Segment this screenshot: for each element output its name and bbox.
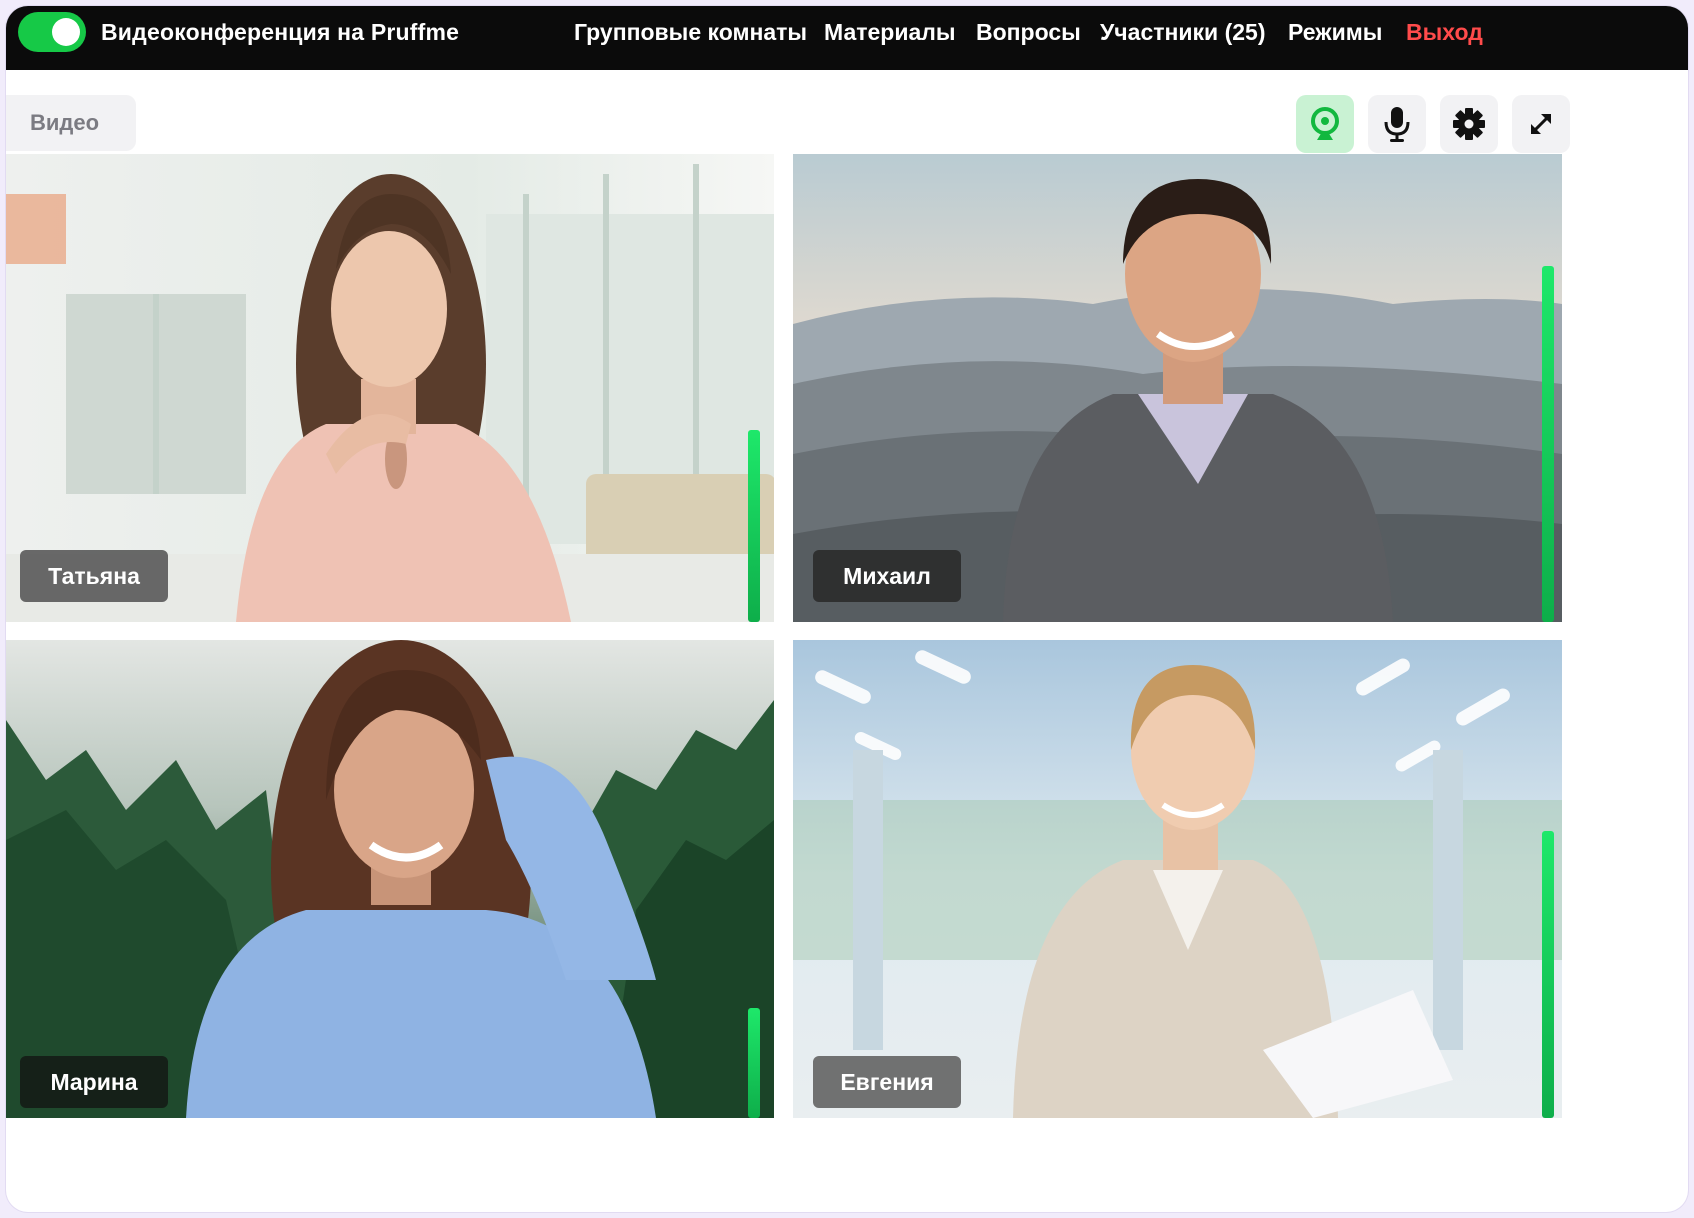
- nav-materials[interactable]: Материалы: [824, 19, 956, 46]
- video-tile-4[interactable]: Евгения: [793, 640, 1562, 1118]
- microphone-button[interactable]: [1368, 95, 1426, 153]
- participant-name: Михаил: [813, 550, 961, 602]
- gear-icon: [1453, 108, 1485, 140]
- participant-video: [6, 640, 774, 1118]
- participant-name: Евгения: [813, 1056, 961, 1108]
- nav-modes[interactable]: Режимы: [1288, 19, 1382, 46]
- nav-group-rooms[interactable]: Групповые комнаты: [574, 19, 807, 46]
- audio-level-bar: [1542, 266, 1554, 622]
- settings-button[interactable]: [1440, 95, 1498, 153]
- toggle-knob: [52, 18, 80, 46]
- nav-questions[interactable]: Вопросы: [976, 19, 1081, 46]
- fullscreen-icon: [1530, 113, 1552, 135]
- top-bar: Видеоконференция на Pruffme Групповые ко…: [6, 6, 1688, 70]
- participant-video: [793, 640, 1562, 1118]
- video-tile-2[interactable]: Михаил: [793, 154, 1562, 622]
- audio-level-bar: [748, 430, 760, 622]
- video-tile-1[interactable]: Татьяна: [6, 154, 774, 622]
- nav-exit[interactable]: Выход: [1406, 19, 1483, 46]
- microphone-icon: [1384, 107, 1410, 142]
- webcam-icon: [1311, 107, 1339, 140]
- participant-name: Татьяна: [20, 550, 168, 602]
- app-title: Видеоконференция на Pruffme: [101, 19, 460, 45]
- conference-toggle[interactable]: [18, 12, 86, 52]
- audio-level-bar: [1542, 831, 1554, 1118]
- nav-participants[interactable]: Участники (25): [1100, 19, 1265, 46]
- participant-name: Марина: [20, 1056, 168, 1108]
- video-tab[interactable]: Видео: [6, 95, 136, 151]
- video-tile-3[interactable]: Марина: [6, 640, 774, 1118]
- app-window: Видеоконференция на Pruffme Групповые ко…: [6, 6, 1688, 1212]
- fullscreen-button[interactable]: [1512, 95, 1570, 153]
- webcam-button[interactable]: [1296, 95, 1354, 153]
- audio-level-bar: [748, 1008, 760, 1118]
